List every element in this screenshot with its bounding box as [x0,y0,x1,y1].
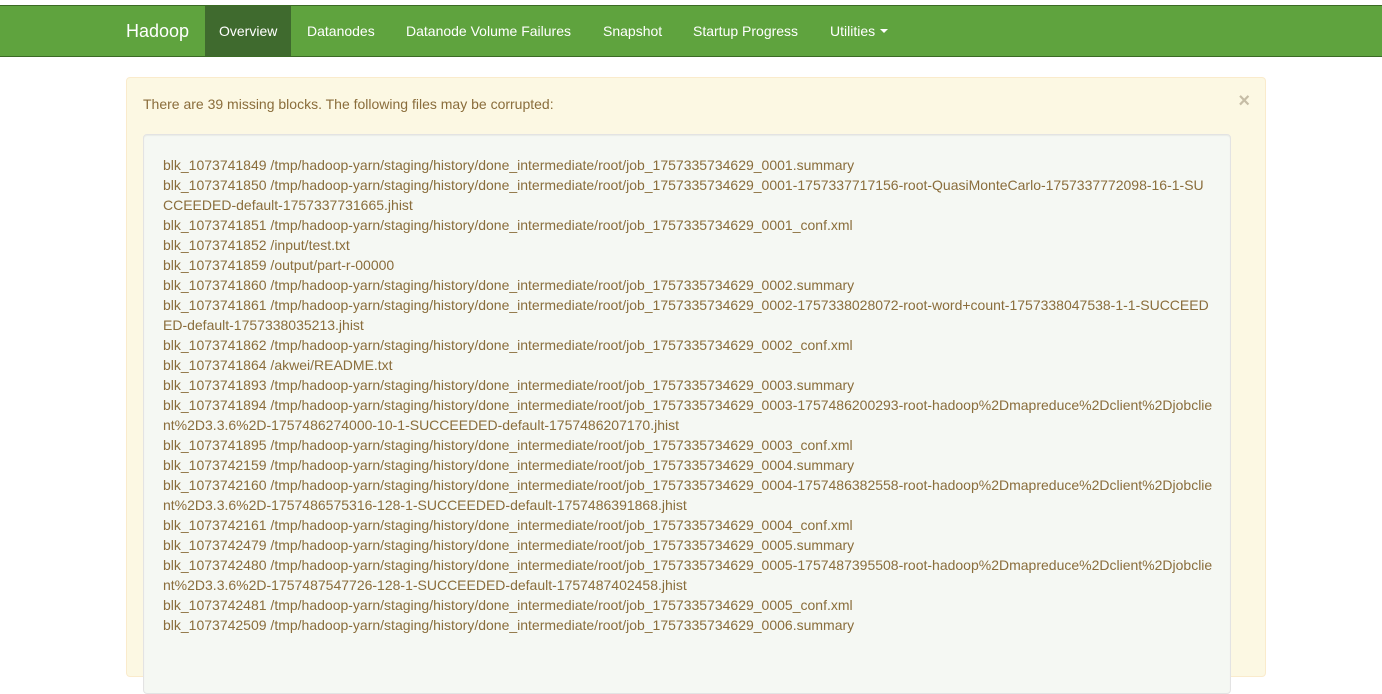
caret-down-icon [880,29,889,34]
nav-utilities-dropdown[interactable]: Utilities [830,6,889,56]
missing-blocks-alert: There are 39 missing blocks. The followi… [126,77,1266,694]
list-item: blk_1073741860 /tmp/hadoop-yarn/staging/… [163,277,855,293]
list-item: blk_1073741849 /tmp/hadoop-yarn/staging/… [163,157,855,173]
list-item: blk_1073742481 /tmp/hadoop-yarn/staging/… [163,597,853,613]
list-item: blk_1073741851 /tmp/hadoop-yarn/staging/… [163,217,853,233]
list-item: blk_1073741850 /tmp/hadoop-yarn/staging/… [163,177,1204,213]
nav-datanodes[interactable]: Datanodes [307,6,375,56]
corrupted-files-list: blk_1073741849 /tmp/hadoop-yarn/staging/… [163,155,1213,635]
list-item: blk_1073741895 /tmp/hadoop-yarn/staging/… [163,437,853,453]
list-item: blk_1073742161 /tmp/hadoop-yarn/staging/… [163,517,853,533]
corrupted-files-well[interactable]: blk_1073741849 /tmp/hadoop-yarn/staging/… [143,134,1231,694]
nav-startup-progress[interactable]: Startup Progress [693,6,798,56]
list-item: blk_1073741862 /tmp/hadoop-yarn/staging/… [163,337,853,353]
nav-snapshot[interactable]: Snapshot [603,6,662,56]
nav-overview[interactable]: Overview [205,6,292,56]
list-item: blk_1073741894 /tmp/hadoop-yarn/staging/… [163,397,1213,433]
list-item: blk_1073742159 /tmp/hadoop-yarn/staging/… [163,457,855,473]
list-item: blk_1073741859 /output/part-r-00000 [163,257,395,273]
top-navbar: Hadoop Overview Datanodes Datanode Volum… [0,5,1382,57]
brand-logo[interactable]: Hadoop [126,6,189,56]
list-item: blk_1073742479 /tmp/hadoop-yarn/staging/… [163,537,855,553]
close-icon[interactable]: × [1238,91,1250,111]
alert-message: There are 39 missing blocks. The followi… [143,96,554,112]
list-item: blk_1073741861 /tmp/hadoop-yarn/staging/… [163,297,1209,333]
list-item: blk_1073741893 /tmp/hadoop-yarn/staging/… [163,377,855,393]
list-item: blk_1073742480 /tmp/hadoop-yarn/staging/… [163,557,1213,593]
list-item: blk_1073742509 /tmp/hadoop-yarn/staging/… [163,617,855,633]
list-item: blk_1073741852 /input/test.txt [163,237,350,253]
nav-datanode-volume-failures[interactable]: Datanode Volume Failures [406,6,571,56]
list-item: blk_1073742160 /tmp/hadoop-yarn/staging/… [163,477,1213,513]
list-item: blk_1073741864 /akwei/README.txt [163,357,393,373]
nav-utilities-label: Utilities [830,23,876,39]
